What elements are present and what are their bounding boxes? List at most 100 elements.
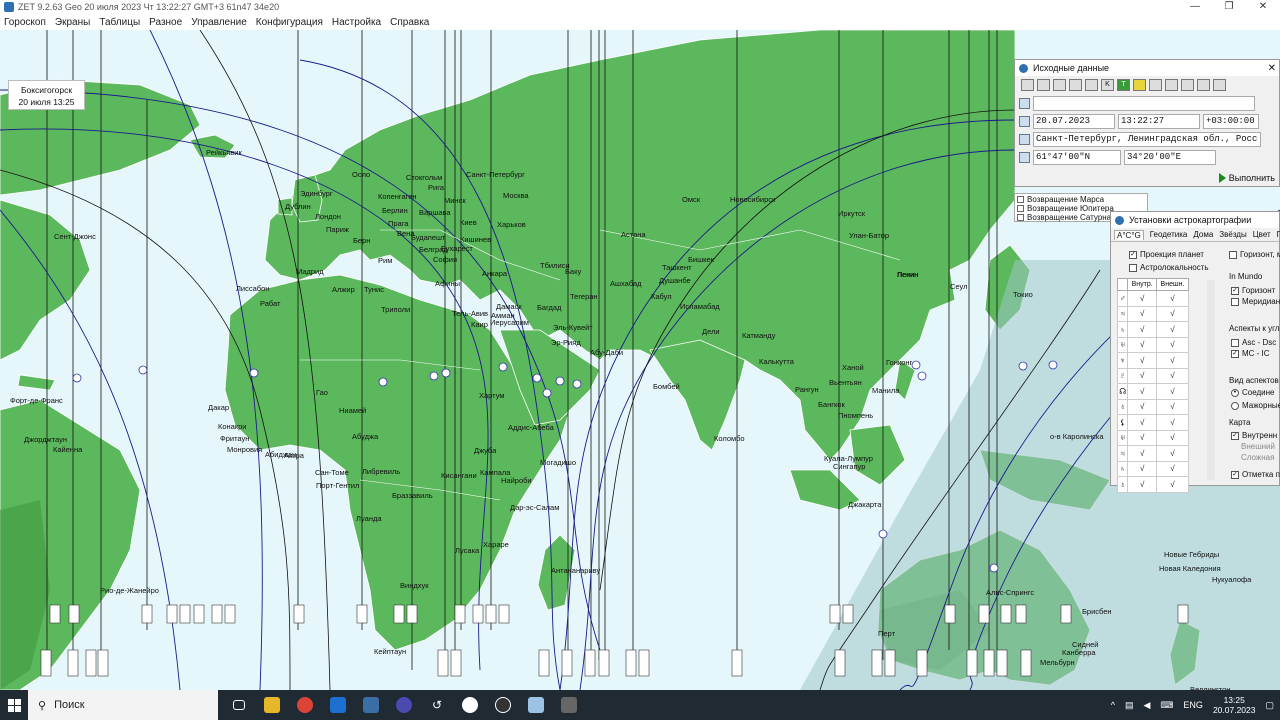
t-icon[interactable]: T [1117, 79, 1130, 91]
tab-color[interactable]: Цвет [1253, 230, 1271, 239]
internal-check[interactable]: √ [1127, 336, 1157, 353]
return-mars[interactable]: Возвращение Марса [1017, 195, 1145, 204]
explorer-icon[interactable] [260, 690, 284, 720]
yandex-icon[interactable] [458, 690, 482, 720]
close-button[interactable]: ✕ [1246, 0, 1280, 14]
chart-icon[interactable] [1133, 79, 1146, 91]
internal-check[interactable]: √ [1127, 398, 1157, 415]
internal-check[interactable]: √ [1127, 321, 1157, 338]
external-check[interactable]: √ [1155, 429, 1190, 446]
internal-check[interactable]: √ [1127, 367, 1157, 384]
tab-houses[interactable]: Дома [1193, 230, 1213, 239]
internal-check[interactable]: √ [1127, 445, 1157, 462]
external-check[interactable]: √ [1155, 336, 1190, 353]
horizon-m-checkbox[interactable]: Горизонт, м [1229, 250, 1280, 259]
internal-check[interactable]: √ [1127, 290, 1157, 307]
save-icon[interactable] [1069, 79, 1082, 91]
complex-option[interactable]: Сложная [1241, 453, 1274, 462]
tab-geodetics[interactable]: Геодетика [1150, 230, 1188, 239]
start-button[interactable] [0, 690, 28, 720]
internal-check[interactable]: √ [1127, 460, 1157, 477]
internal-check[interactable]: √ [1127, 414, 1157, 431]
date-input[interactable]: 20.07.2023 [1033, 113, 1115, 129]
dollar-icon[interactable] [1181, 79, 1194, 91]
planet-row[interactable]: ♁ √ √ [1116, 476, 1190, 493]
menu-horoscope[interactable]: Гороскоп [4, 17, 46, 28]
planet-row[interactable]: ♄ √ √ [1116, 460, 1190, 477]
table-scrollbar[interactable] [1207, 280, 1215, 480]
checkbox[interactable] [1017, 205, 1024, 212]
checkbox[interactable] [1017, 214, 1024, 221]
keyboard-icon[interactable]: ⌨ [1160, 700, 1173, 711]
external-check[interactable]: √ [1155, 352, 1190, 369]
checkbox[interactable] [1017, 196, 1024, 203]
menu-control[interactable]: Управление [191, 17, 247, 28]
mc-ic-checkbox[interactable]: ✓ MC - IC [1231, 349, 1270, 358]
run-button[interactable]: Выполнить [1218, 173, 1275, 183]
external-check[interactable]: √ [1155, 460, 1190, 477]
menu-tables[interactable]: Таблицы [99, 17, 140, 28]
astrolocality-checkbox[interactable]: Астролокальность [1129, 263, 1209, 272]
internal-check[interactable]: √ [1127, 476, 1157, 493]
copy-icon[interactable] [1021, 79, 1034, 91]
asc-dsc-checkbox[interactable]: Asc - Dsc [1231, 338, 1276, 347]
planet-row[interactable]: ♇ √ √ [1116, 367, 1190, 384]
display-icon[interactable] [524, 690, 548, 720]
table-icon[interactable] [1085, 79, 1098, 91]
app-icon-3[interactable]: ↺ [425, 690, 449, 720]
planet-row[interactable]: ⚸ √ √ [1116, 414, 1190, 431]
horizon-checkbox[interactable]: ✓ Горизонт [1231, 286, 1275, 295]
tab-stars[interactable]: Звёзды [1219, 230, 1246, 239]
mail-icon[interactable] [326, 690, 350, 720]
circle-icon[interactable] [1165, 79, 1178, 91]
planet-row[interactable]: ♃ √ √ [1116, 445, 1190, 462]
external-check[interactable]: √ [1155, 367, 1190, 384]
external-check[interactable]: √ [1155, 476, 1190, 493]
internal-check[interactable]: √ [1127, 383, 1157, 400]
name-input[interactable] [1033, 95, 1255, 111]
longitude-input[interactable]: 34°20'00"E [1124, 149, 1216, 165]
external-check[interactable]: √ [1155, 321, 1190, 338]
external-check[interactable]: √ [1155, 445, 1190, 462]
internal-checkbox[interactable]: ✓ Внутренн [1231, 431, 1277, 440]
maximize-button[interactable]: ❐ [1212, 0, 1246, 14]
conjunction-radio[interactable]: • Соедине [1231, 388, 1275, 397]
app-icon-4[interactable] [557, 690, 581, 720]
internal-check[interactable]: √ [1127, 352, 1157, 369]
time-input[interactable]: 13:22:27 [1118, 113, 1200, 129]
notifications-icon[interactable]: ▢ [1265, 700, 1274, 711]
network-icon[interactable]: ▤ [1125, 700, 1134, 711]
tray-up-icon[interactable]: ^ [1111, 700, 1115, 710]
planet-row[interactable]: ♆ √ √ [1116, 352, 1190, 369]
k-icon[interactable]: K [1101, 79, 1114, 91]
planet-row[interactable]: ♄ √ √ [1116, 321, 1190, 338]
zet-app-icon[interactable] [359, 690, 383, 720]
planet-row[interactable]: ☊ √ √ [1116, 383, 1190, 400]
new-file-icon[interactable] [1053, 79, 1066, 91]
tab-acg[interactable]: A°C°G [1114, 229, 1144, 240]
planet-row[interactable]: ♁ √ √ [1116, 398, 1190, 415]
internal-check[interactable]: √ [1127, 429, 1157, 446]
app-icon-2[interactable] [392, 690, 416, 720]
paste-icon[interactable] [1037, 79, 1050, 91]
clock[interactable]: 13:25 20.07.2023 [1213, 695, 1256, 715]
flag-icon[interactable] [1149, 79, 1162, 91]
mark-checkbox[interactable]: ✓ Отметка п [1231, 470, 1280, 479]
place-select[interactable]: Санкт-Петербург, Ленинградская обл., Рос… [1033, 131, 1261, 147]
obs-icon[interactable] [491, 690, 515, 720]
menu-screens[interactable]: Экраны [55, 17, 90, 28]
task-view-icon[interactable] [227, 690, 251, 720]
major-radio[interactable]: Мажорные [1231, 401, 1280, 410]
ring-icon[interactable] [1197, 79, 1210, 91]
planet-row[interactable]: ♃ √ √ [1116, 305, 1190, 322]
planet-row[interactable]: ♂ √ √ [1116, 290, 1190, 307]
planet-row[interactable]: ♅ √ √ [1116, 429, 1190, 446]
external-check[interactable]: √ [1155, 398, 1190, 415]
external-check[interactable]: √ [1155, 290, 1190, 307]
minimize-button[interactable]: — [1178, 0, 1212, 14]
volume-icon[interactable]: ◀ [1144, 700, 1151, 711]
planet-row[interactable]: ♅ √ √ [1116, 336, 1190, 353]
taskbar-search[interactable]: ⚲ Поиск [28, 690, 218, 720]
menu-help[interactable]: Справка [390, 17, 429, 28]
ring2-icon[interactable] [1213, 79, 1226, 91]
